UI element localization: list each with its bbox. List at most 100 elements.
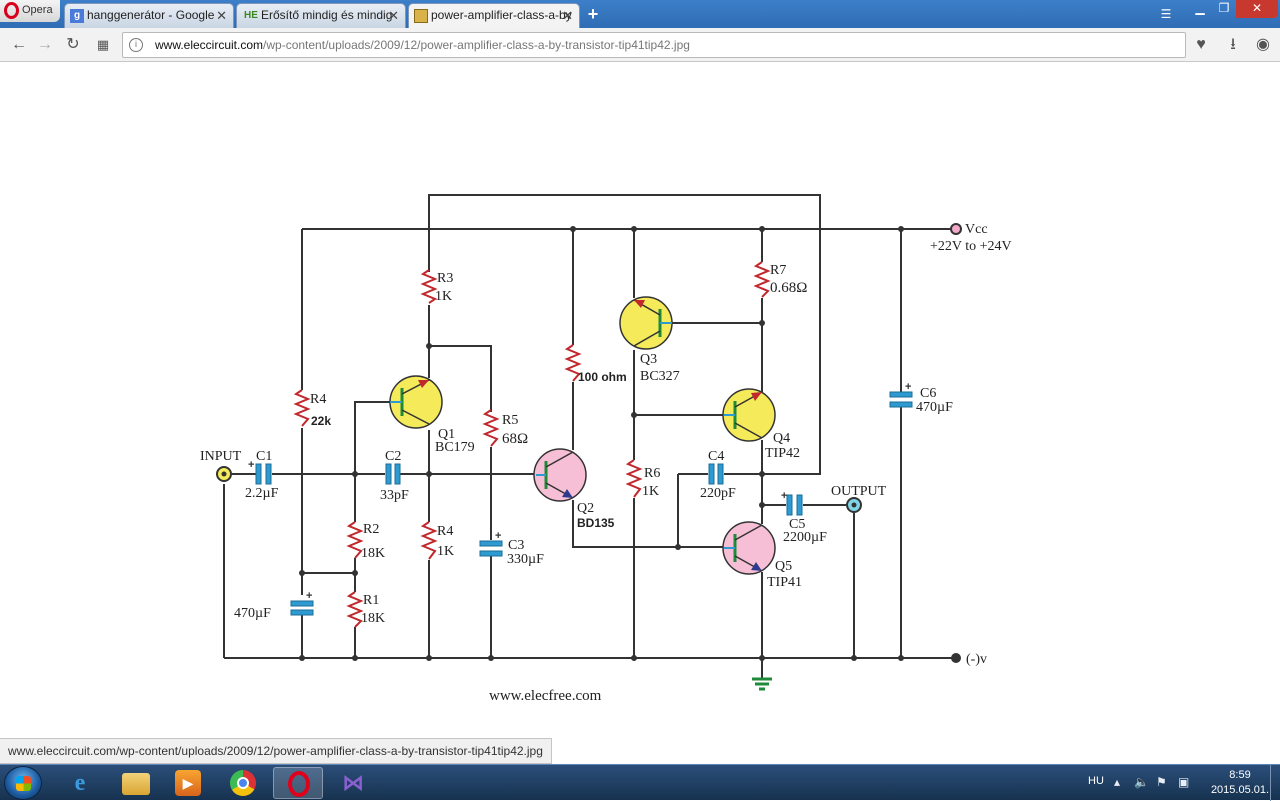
clock-date[interactable]: 2015.05.01. xyxy=(1204,784,1276,796)
system-tray: HU ▴ 🔈 ⚑ ▣ 8:59 2015.05.01. xyxy=(1080,765,1280,801)
taskbar-internet-explorer[interactable]: e xyxy=(55,767,105,799)
tab-label: Erősítő mindig és mindig xyxy=(261,8,393,22)
windows-taskbar: e ▶ ⋈ HU ▴ 🔈 ⚑ ▣ 8:59 2015.05.01. xyxy=(0,764,1280,801)
svg-text:+: + xyxy=(781,490,787,502)
tray-overflow-icon[interactable]: ▴ xyxy=(1114,775,1120,789)
download-icon[interactable]: ⭳ xyxy=(1222,34,1244,56)
svg-text:+: + xyxy=(495,530,501,542)
r1-value: 18K xyxy=(361,611,385,626)
back-arrow-icon[interactable]: ← xyxy=(8,34,30,56)
taskbar-chrome[interactable] xyxy=(218,767,268,799)
c5-value: 2200µF xyxy=(783,530,827,545)
address-toolbar: ← → ↻ ▦ i www.eleccircuit.com/wp-content… xyxy=(0,28,1280,62)
tab-power-amplifier[interactable]: power-amplifier-class-a-by ✕ xyxy=(408,3,580,28)
clock-time[interactable]: 8:59 xyxy=(1220,769,1260,781)
close-tab-icon[interactable]: ✕ xyxy=(562,4,573,27)
svg-text:+: + xyxy=(248,459,254,471)
resistor-r3 xyxy=(420,269,438,304)
r7-name: R7 xyxy=(770,263,786,278)
close-tab-icon[interactable]: ✕ xyxy=(216,4,227,27)
c1-name: C1 xyxy=(256,449,272,464)
language-indicator[interactable]: HU xyxy=(1088,775,1104,787)
image-favicon-icon xyxy=(414,9,428,23)
q4-name: Q4 xyxy=(773,431,790,446)
capacitor-c2 xyxy=(385,463,392,485)
r4a-name: R4 xyxy=(310,392,326,407)
minimize-icon[interactable]: ▁ xyxy=(1188,0,1212,18)
he-favicon-icon: HE xyxy=(244,10,258,21)
folder-icon xyxy=(122,773,150,795)
tab-label: hanggenerátor - Google xyxy=(87,8,215,22)
ground-symbol-icon xyxy=(752,677,772,691)
output-label: OUTPUT xyxy=(831,484,887,499)
page-info-icon[interactable]: i xyxy=(129,38,143,52)
c4-value: 220pF xyxy=(700,486,736,501)
volume-icon[interactable]: 🔈 xyxy=(1134,775,1149,789)
q3-name: Q3 xyxy=(640,352,657,367)
r5-value: 68Ω xyxy=(502,431,528,447)
tab-google[interactable]: g hanggenerátor - Google ✕ xyxy=(64,3,234,28)
input-label: INPUT xyxy=(200,449,242,464)
c3-name: C3 xyxy=(508,538,524,553)
account-icon[interactable]: ◉ xyxy=(1252,34,1274,56)
capacitor-c4 xyxy=(708,463,715,485)
stash-heart-icon[interactable]: ♥ xyxy=(1190,34,1212,56)
r1-name: R1 xyxy=(363,593,379,608)
tab-label: power-amplifier-class-a-by xyxy=(431,8,572,22)
vcc-terminal xyxy=(950,223,962,235)
status-bar-url: www.eleccircuit.com/wp-content/uploads/2… xyxy=(0,738,552,764)
r7-value: 0.68Ω xyxy=(770,280,807,296)
forward-arrow-icon[interactable]: → xyxy=(34,34,56,56)
taskbar-media-player[interactable]: ▶ xyxy=(163,767,213,799)
transistor-q1 xyxy=(389,375,443,429)
r2-name: R2 xyxy=(363,522,379,537)
url-path: /wp-content/uploads/2009/12/power-amplif… xyxy=(263,38,690,52)
taskbar-explorer[interactable] xyxy=(110,767,160,799)
q2-name: Q2 xyxy=(577,501,594,516)
c2-value: 33pF xyxy=(380,488,409,503)
transistor-q3 xyxy=(619,296,673,350)
action-center-flag-icon[interactable]: ⚑ xyxy=(1156,775,1167,789)
speed-dial-grid-icon[interactable]: ▦ xyxy=(92,34,114,56)
start-button[interactable] xyxy=(4,766,42,800)
transistor-q2 xyxy=(533,448,587,502)
ground-terminal xyxy=(951,653,961,663)
google-favicon-icon: g xyxy=(70,9,84,23)
ground-label: (-)v xyxy=(966,652,987,667)
transistor-q4 xyxy=(722,388,776,442)
close-tab-icon[interactable]: ✕ xyxy=(388,4,399,27)
resistor-r4-22k xyxy=(293,389,311,427)
wires xyxy=(223,194,956,678)
new-tab-button[interactable]: + xyxy=(584,4,602,24)
c-bias-value: 470µF xyxy=(234,606,271,621)
maximize-icon[interactable]: ❐ xyxy=(1212,0,1236,18)
c6-value: 470µF xyxy=(916,400,953,415)
svg-text:+: + xyxy=(306,590,312,602)
address-bar[interactable]: i www.eleccircuit.com/wp-content/uploads… xyxy=(122,32,1186,58)
url-input[interactable]: www.eleccircuit.com/wp-content/uploads/2… xyxy=(155,33,690,57)
opera-menu-button[interactable]: Opera xyxy=(0,0,60,22)
reload-icon[interactable]: ↻ xyxy=(62,34,84,56)
window-close-icon[interactable]: ✕ xyxy=(1236,0,1278,18)
show-desktop-button[interactable] xyxy=(1270,765,1280,801)
taskbar-opera[interactable] xyxy=(273,767,323,799)
tab-he[interactable]: HE Erősítő mindig és mindig ✕ xyxy=(236,3,406,28)
tab-menu-icon[interactable]: ☰ xyxy=(1156,6,1176,24)
c6-name: C6 xyxy=(920,386,936,401)
junction-dots xyxy=(299,226,904,661)
r4b-value: 1K xyxy=(437,544,454,559)
capacitor-c5 xyxy=(786,494,793,516)
network-icon[interactable]: ▣ xyxy=(1178,775,1189,789)
taskbar-visual-studio[interactable]: ⋈ xyxy=(328,767,378,799)
r3-name: R3 xyxy=(437,271,453,286)
r3-value: 1K xyxy=(435,289,452,304)
q5-name: Q5 xyxy=(775,559,792,574)
transistor-q5 xyxy=(722,521,776,575)
resistor-r5 xyxy=(482,409,500,447)
q5-value: TIP41 xyxy=(767,575,802,590)
vcc-label: Vcc xyxy=(965,222,988,237)
url-domain: www.eleccircuit.com xyxy=(155,38,264,52)
resistor-r1 xyxy=(346,591,364,628)
watermark-label: www.elecfree.com xyxy=(489,688,602,704)
vcc-range-label: +22V to +24V xyxy=(930,239,1012,254)
